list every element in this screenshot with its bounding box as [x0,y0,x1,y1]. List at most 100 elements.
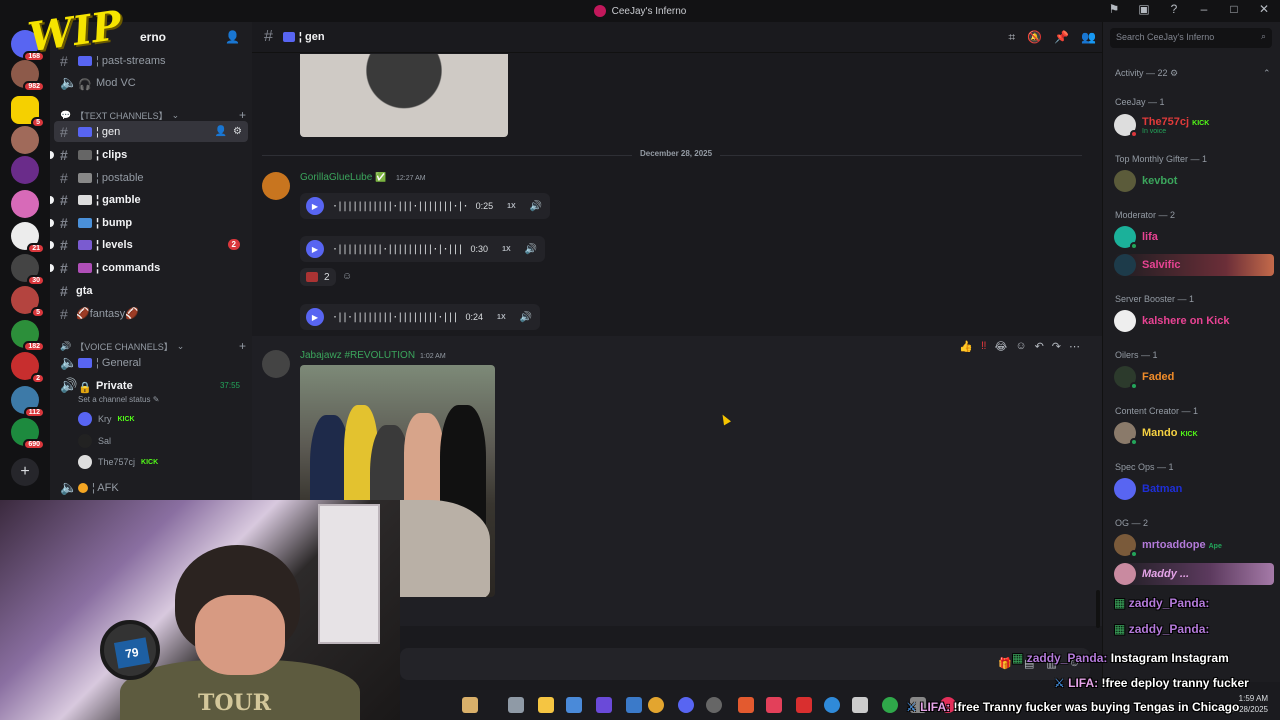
member-item[interactable]: Batman [1114,478,1182,500]
brave-icon[interactable] [738,697,754,713]
voice-user[interactable]: Kry KICK [78,412,135,426]
playback-speed[interactable]: 1X [497,314,506,321]
voice-category[interactable]: 🔊 【VOICE CHANNELS】 ⌄ + [60,339,246,353]
volume-icon[interactable]: 🔊 [530,201,542,212]
member-item[interactable]: The757cj KICK In voice [1114,114,1209,138]
app-icon[interactable] [596,697,612,713]
laugh-icon[interactable]: 😂 [994,340,1007,353]
reaction-pill[interactable]: 2 [300,268,336,286]
voice-message[interactable]: ▶ ·|||||||||·|||||||||·|·||| 0:30 1X 🔊 [300,236,546,262]
channel-postable[interactable]: # ¦ postable [54,167,248,188]
threads-icon[interactable]: ⌗ [1008,30,1015,45]
member-item[interactable]: kalshere on Kick [1114,310,1229,332]
monitor-icon[interactable]: ▣ [1136,2,1152,16]
gift-icon[interactable]: 🎁 [998,657,1012,670]
gear-icon[interactable]: ⚙ [233,126,242,137]
playback-speed[interactable]: 1X [502,246,511,253]
channel-levels[interactable]: # ¦ levels 2 [50,234,248,255]
more-icon[interactable]: ⋯ [1069,340,1080,353]
server-icon[interactable]: 21 [11,222,45,254]
voice-channel-afk[interactable]: 🔈 ¦ AFK [54,477,248,498]
member-item[interactable]: mrtoaddope Ape [1114,534,1222,558]
waveform[interactable]: ·||·||||||||·||||||||·||| [332,312,459,323]
channel-fantasy[interactable]: # 🏈fantasy🏈 [54,303,248,324]
avatar[interactable] [262,350,290,378]
channel-commands[interactable]: # ¦ commands [50,257,248,278]
channel-bump[interactable]: # ¦ bump [50,212,248,233]
minimize-button[interactable]: – [1196,2,1212,16]
play-icon[interactable]: ▶ [306,240,324,258]
server-icon[interactable]: 2 [11,352,45,384]
pin-icon[interactable]: 📌 [1054,30,1069,45]
channel-mod-vc[interactable]: 🔈 🎧 Mod VC [54,72,248,93]
add-server-icon[interactable]: + [11,458,39,486]
app-icon[interactable] [462,697,478,713]
server-icon[interactable]: 30 [11,254,45,286]
search-input[interactable]: Search CeeJay's Inferno ⌕ [1110,28,1272,48]
scrollbar[interactable] [1096,590,1100,628]
mute-icon[interactable]: 🔕 [1027,30,1042,45]
member-item[interactable]: Maddy ... [1114,563,1274,585]
inbox-icon[interactable]: ⚑ [1106,2,1122,16]
waveform[interactable]: ·|||||||||·|||||||||·|·||| [332,244,464,255]
playback-speed[interactable]: 1X [507,203,516,210]
message-composer[interactable]: 🎁 ▤ ▥ ☺ [400,648,1090,680]
channel-gamble[interactable]: # ¦ gamble [50,189,248,210]
server-icon[interactable]: 982 [11,60,45,92]
app-icon[interactable] [852,697,868,713]
server-icon[interactable]: 182 [11,320,45,352]
member-item[interactable]: Faded [1114,366,1174,390]
voice-message[interactable]: ▶ ·||·||||||||·||||||||·||| 0:24 1X 🔊 [300,304,541,330]
play-icon[interactable]: ▶ [306,308,324,326]
add-reaction-icon[interactable]: ☺ [342,271,352,282]
message-author[interactable]: GorillaGlueLube ✅ [300,172,386,183]
store-icon[interactable] [626,697,642,713]
server-icon[interactable] [11,190,39,218]
play-icon[interactable]: ▶ [306,197,324,215]
help-icon[interactable]: ? [1166,2,1182,16]
create-channel-icon[interactable]: + [239,108,246,122]
voice-message[interactable]: ▶ ·|||||||||||·|||·|||||||·|· 0:25 1X 🔊 [300,193,551,219]
volume-icon[interactable]: 🔊 [525,244,537,255]
server-icon[interactable]: 5 [11,96,45,128]
server-icon[interactable]: 112 [11,386,45,418]
add-reaction-icon[interactable]: ☺ [1015,340,1026,353]
invite-icon[interactable]: 👤 [215,126,227,137]
music-icon[interactable] [766,697,782,713]
channel-gen[interactable]: # ¦ gen 👤 ⚙ [54,121,248,142]
voice-user[interactable]: The757cj KICK [78,455,158,469]
member-item[interactable]: Mando KICK [1114,422,1198,446]
app-icon[interactable] [566,697,582,713]
avatar[interactable] [262,172,290,200]
add-member-icon[interactable]: 👤 [225,30,240,44]
maximize-button[interactable]: □ [1226,2,1242,16]
exclamation-icon[interactable]: ‼ [981,340,987,353]
forward-icon[interactable]: ↷ [1052,340,1061,353]
channel-clips[interactable]: # ¦ clips [50,144,248,165]
close-button[interactable]: ✕ [1256,2,1272,16]
member-item[interactable]: kevbot [1114,170,1177,192]
waveform[interactable]: ·|||||||||||·|||·|||||||·|· [332,201,469,212]
chrome-icon[interactable] [648,697,664,713]
app-icon[interactable] [796,697,812,713]
activity-header[interactable]: Activity — 22 ⚙ ⌃ [1115,68,1271,79]
create-channel-icon[interactable]: + [239,339,246,353]
volume-icon[interactable]: 🔊 [520,312,532,323]
voice-user[interactable]: Sal [78,434,111,448]
server-icon[interactable] [11,126,39,154]
attached-image[interactable] [300,54,508,137]
member-item[interactable]: Salvific [1114,254,1274,276]
reply-icon[interactable]: ↶ [1035,340,1044,353]
voice-channel-general[interactable]: 🔈 ¦ General [54,352,248,373]
voice-channel-private[interactable]: 🔊 🔒 Private 37:55 [54,375,248,396]
chevron-up-icon[interactable]: ⌃ [1263,68,1271,79]
channel-gta[interactable]: # gta [54,280,248,301]
members-icon[interactable]: 👥 [1081,30,1096,45]
discord-icon[interactable] [678,697,694,713]
app-icon[interactable] [508,697,524,713]
server-icon[interactable]: 5 [11,286,45,318]
folder-icon[interactable] [538,697,554,713]
text-category[interactable]: 💬 【TEXT CHANNELS】 ⌄ + [60,108,246,122]
app-icon[interactable] [706,697,722,713]
member-item[interactable]: lifa [1114,226,1158,250]
